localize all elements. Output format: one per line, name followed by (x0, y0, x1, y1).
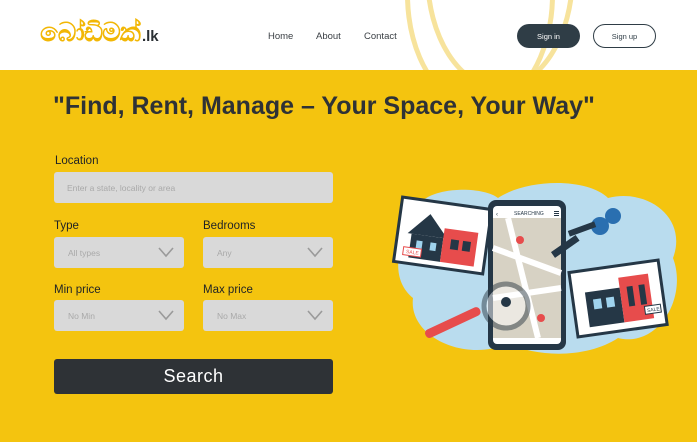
max-price-select[interactable]: No Max (203, 300, 333, 331)
type-select[interactable]: All types (54, 237, 184, 268)
phone-header: SEARCHING (514, 211, 544, 217)
min-price-value: No Min (68, 310, 95, 321)
svg-text:‹: ‹ (496, 212, 498, 218)
min-price-label: Min price (54, 284, 101, 296)
type-value: All types (68, 247, 101, 258)
location-input[interactable]: Enter a state, locality or area (54, 172, 333, 203)
min-price-select[interactable]: No Min (54, 300, 184, 331)
type-label: Type (54, 220, 79, 232)
nav-contact-link[interactable]: Contact (364, 31, 397, 42)
chevron-down-icon (158, 247, 174, 258)
site-header: බෝඩිමක් .lk Home About Contact Sign in S… (0, 0, 697, 70)
property-search-illustration: SALE SEARCHING ‹ SALE (391, 183, 677, 354)
site-logo[interactable]: බෝඩිමක් .lk (40, 18, 159, 49)
max-price-value: No Max (217, 310, 247, 321)
logo-domain: .lk (141, 28, 159, 45)
bedrooms-select[interactable]: Any (203, 237, 333, 268)
sign-up-button[interactable]: Sign up (593, 24, 656, 48)
nav-about-link[interactable]: About (316, 31, 341, 42)
sign-in-button[interactable]: Sign in (517, 24, 580, 48)
chevron-down-icon (307, 247, 323, 258)
location-placeholder: Enter a state, locality or area (67, 182, 176, 193)
nav-home-link[interactable]: Home (268, 31, 293, 42)
bedrooms-value: Any (217, 247, 232, 258)
max-price-label: Max price (203, 284, 253, 296)
chevron-down-icon (158, 310, 174, 321)
location-label: Location (55, 155, 99, 167)
bedrooms-label: Bedrooms (203, 220, 256, 232)
hero-title: "Find, Rent, Manage – Your Space, Your W… (53, 92, 595, 120)
chevron-down-icon (307, 310, 323, 321)
search-button[interactable]: Search (54, 359, 333, 394)
logo-text: බෝඩිමක් (40, 18, 141, 48)
